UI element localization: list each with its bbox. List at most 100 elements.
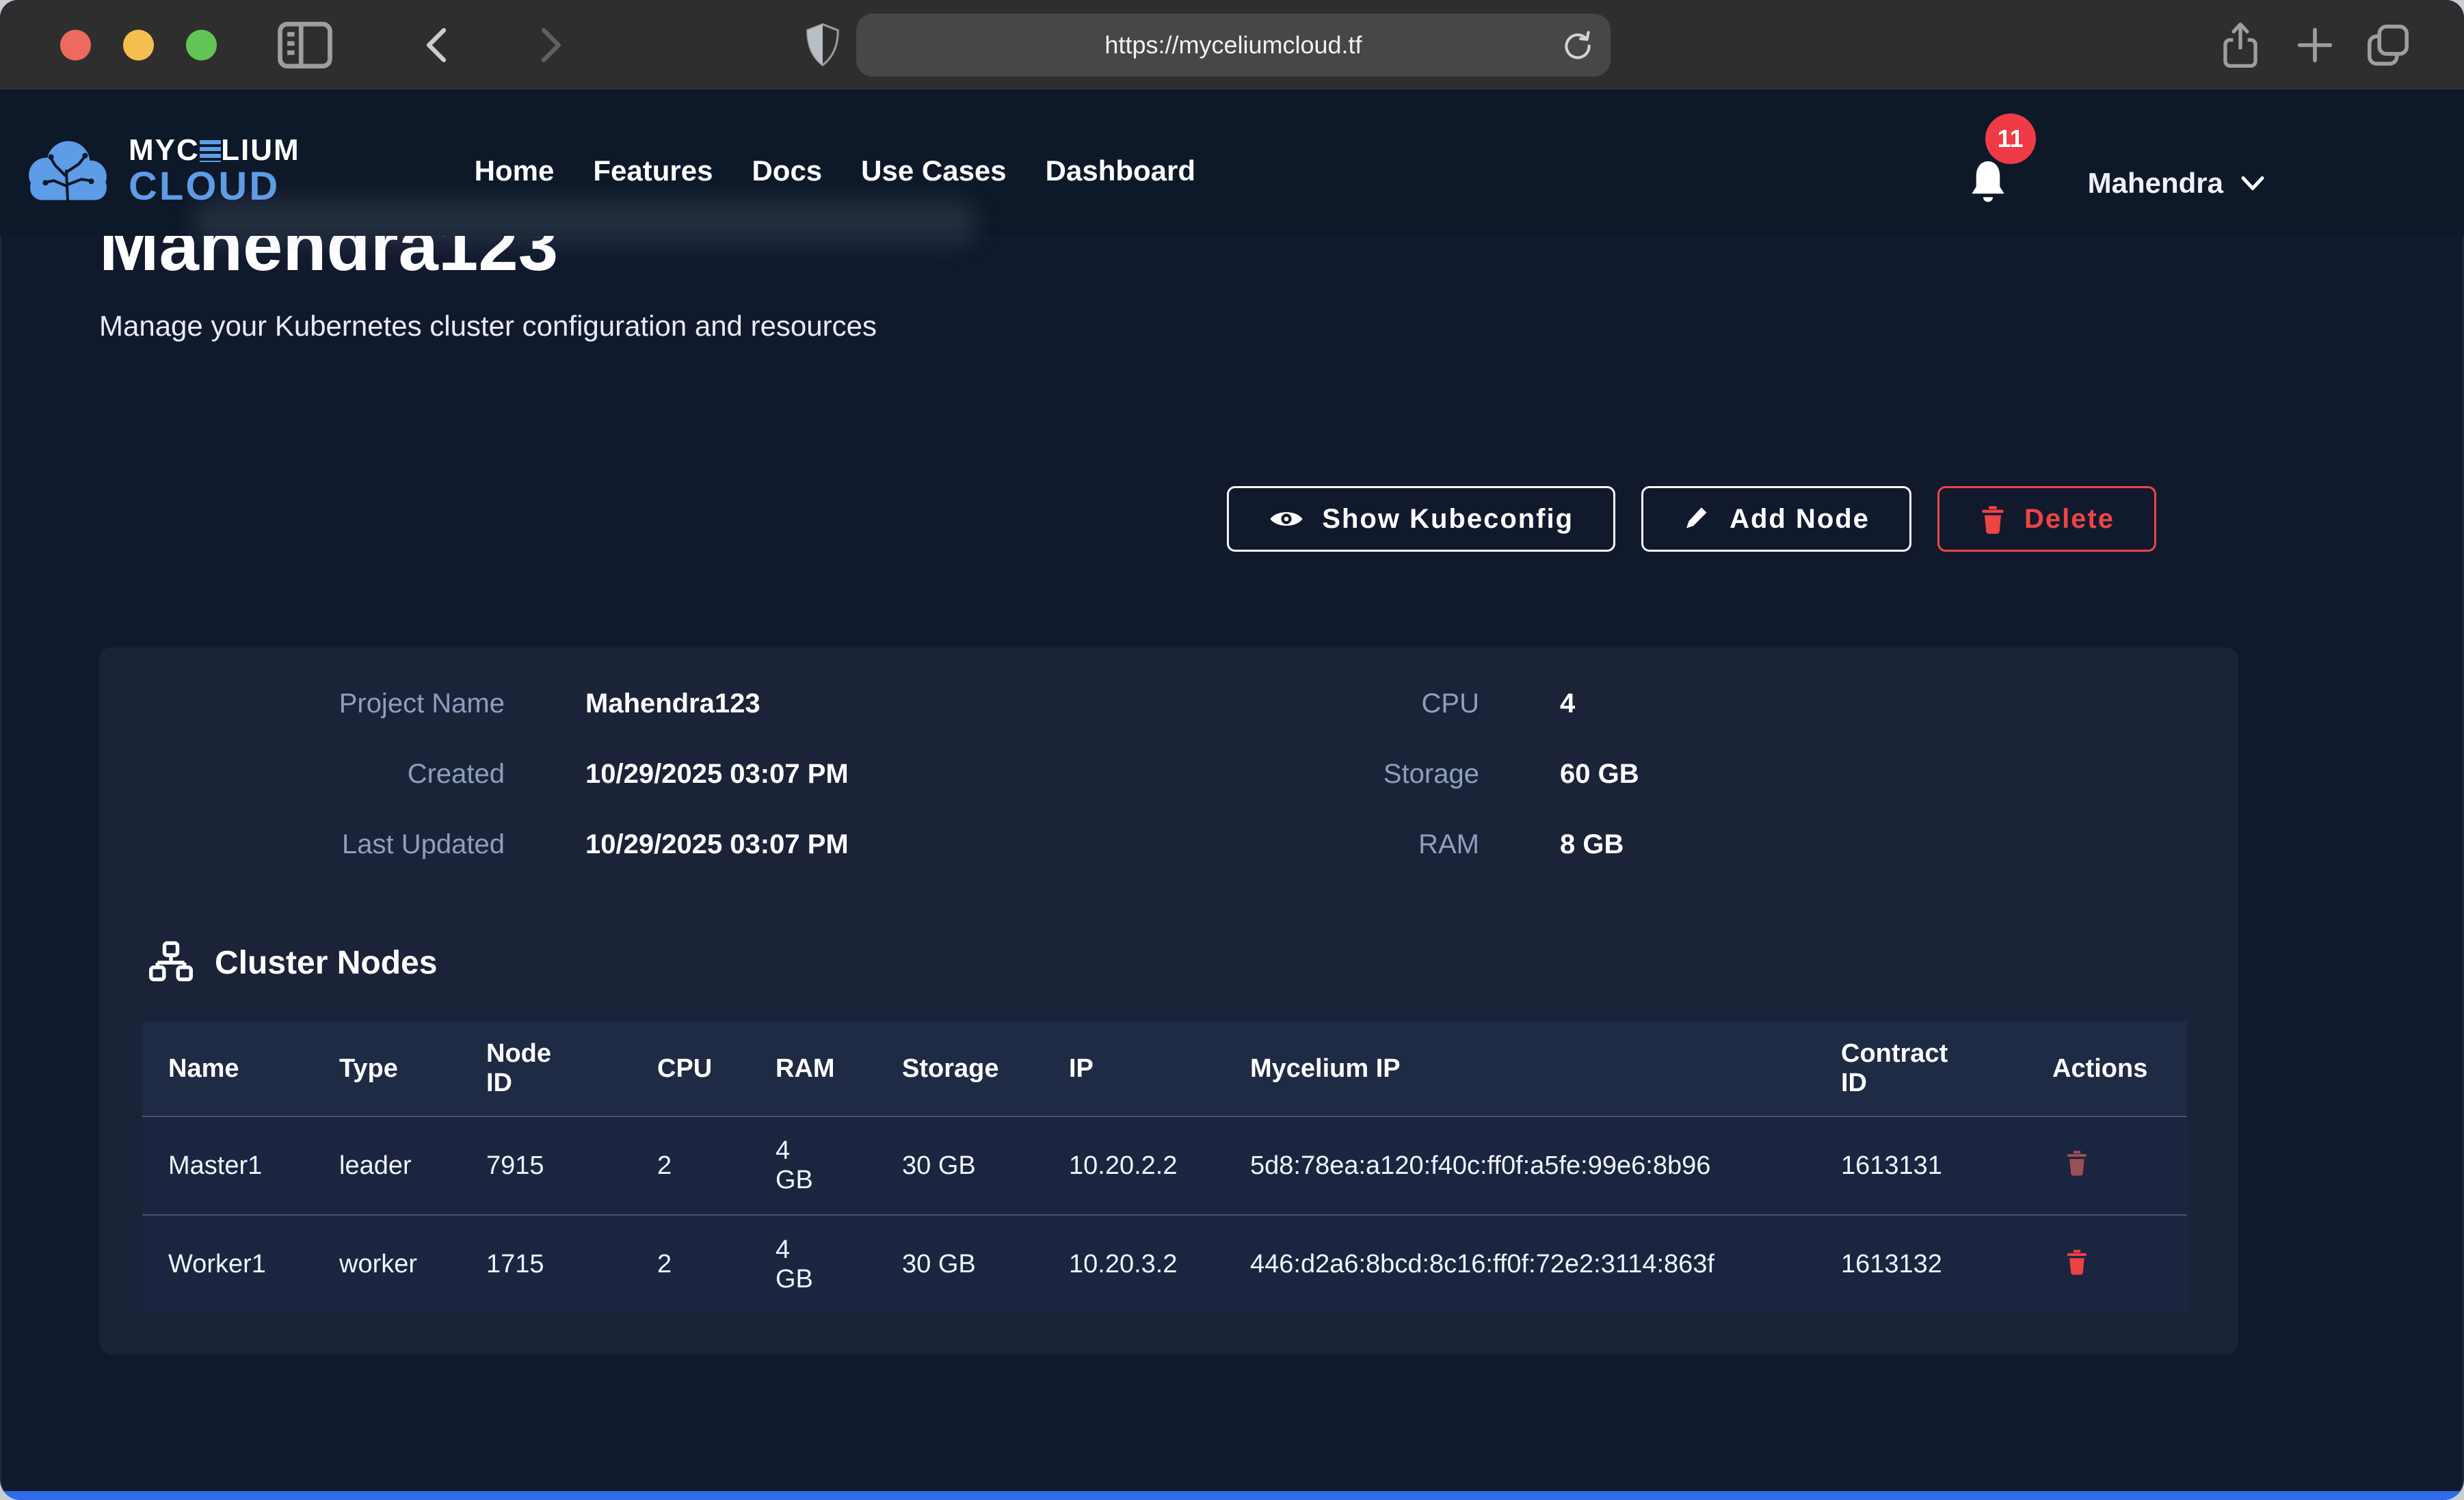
delete-node-button[interactable] xyxy=(2065,1247,2089,1278)
trash-icon xyxy=(2065,1247,2089,1276)
cell-ram: 4 GB xyxy=(750,1215,876,1313)
page-subtitle: Manage your Kubernetes cluster configura… xyxy=(99,310,2238,343)
eye-icon xyxy=(1269,507,1304,531)
cell-cpu: 2 xyxy=(631,1215,750,1313)
nav-link-home[interactable]: Home xyxy=(475,155,555,187)
minimize-icon[interactable] xyxy=(123,29,154,60)
details-left-column: Project Name Mahendra123 Created 10/29/2… xyxy=(142,688,1209,860)
col-header-storage: Storage xyxy=(876,1021,1043,1116)
last-updated-value: 10/29/2025 03:07 PM xyxy=(585,829,849,860)
cell-node-id: 1715 xyxy=(460,1215,631,1313)
nav-right: 11 Mahendra xyxy=(1966,157,2266,210)
nav-link-use-cases[interactable]: Use Cases xyxy=(861,155,1006,187)
ram-label: RAM xyxy=(1209,829,1479,860)
brand-name: MYCELIUM CLOUD xyxy=(129,135,300,206)
user-menu[interactable]: Mahendra xyxy=(2088,167,2266,200)
cell-node-id: 7915 xyxy=(460,1116,631,1215)
detail-row-ram: RAM 8 GB xyxy=(1209,829,2195,860)
cell-contract-id: 1613132 xyxy=(1815,1215,2026,1313)
nav-links: Home Features Docs Use Cases Dashboard xyxy=(475,155,1195,187)
brand-e-bars: E xyxy=(200,135,221,165)
storage-value: 60 GB xyxy=(1560,759,1639,790)
trash-icon xyxy=(2065,1148,2089,1177)
brand-part1: MYC xyxy=(129,133,200,167)
created-label: Created xyxy=(142,759,505,790)
browser-toolbar: https://myceliumcloud.tf xyxy=(0,0,2464,90)
cpu-value: 4 xyxy=(1560,688,1575,719)
shield-icon[interactable] xyxy=(802,21,844,69)
detail-row-project-name: Project Name Mahendra123 xyxy=(142,688,1209,719)
cell-type: worker xyxy=(313,1215,460,1313)
col-header-mycelium-ip: Mycelium IP xyxy=(1224,1021,1815,1116)
chevron-down-icon xyxy=(2240,174,2266,192)
delete-node-button[interactable] xyxy=(2065,1148,2089,1179)
share-icon[interactable] xyxy=(2214,19,2266,71)
col-header-actions: Actions xyxy=(2026,1021,2187,1116)
back-icon[interactable] xyxy=(416,23,460,67)
url-text: https://myceliumcloud.tf xyxy=(1104,31,1362,59)
cell-contract-id: 1613131 xyxy=(1815,1116,2026,1215)
cell-name: Worker1 xyxy=(142,1215,313,1313)
cell-ip: 10.20.2.2 xyxy=(1043,1116,1224,1215)
notification-badge: 11 xyxy=(1985,113,2036,164)
detail-row-last-updated: Last Updated 10/29/2025 03:07 PM xyxy=(142,829,1209,860)
col-header-ip: IP xyxy=(1043,1021,1224,1116)
delete-label: Delete xyxy=(2024,504,2115,535)
show-kubeconfig-button[interactable]: Show Kubeconfig xyxy=(1227,486,1615,552)
new-tab-icon[interactable] xyxy=(2291,21,2339,69)
address-bar[interactable]: https://myceliumcloud.tf xyxy=(856,14,1611,77)
created-value: 10/29/2025 03:07 PM xyxy=(585,759,849,790)
nav-link-dashboard[interactable]: Dashboard xyxy=(1046,155,1195,187)
cell-storage: 30 GB xyxy=(876,1116,1043,1215)
cluster-details-card: Project Name Mahendra123 Created 10/29/2… xyxy=(99,647,2238,1354)
scroll-blur-smear xyxy=(191,199,978,244)
user-name: Mahendra xyxy=(2088,167,2223,200)
show-kubeconfig-label: Show Kubeconfig xyxy=(1322,504,1574,535)
cell-actions xyxy=(2026,1116,2187,1215)
notifications-button[interactable]: 11 xyxy=(1966,157,2010,210)
zoom-icon[interactable] xyxy=(186,29,217,60)
network-icon xyxy=(148,939,194,986)
nav-link-docs[interactable]: Docs xyxy=(752,155,822,187)
cell-cpu: 2 xyxy=(631,1116,750,1215)
brand-logo[interactable]: MYCELIUM CLOUD xyxy=(23,135,300,206)
tab-overview-icon[interactable] xyxy=(2361,18,2415,72)
col-header-name: Name xyxy=(142,1021,313,1116)
sidebar-toggle-icon[interactable] xyxy=(272,12,338,78)
table-header-row: Name Type Node ID CPU RAM Storage IP Myc… xyxy=(142,1021,2187,1116)
detail-row-cpu: CPU 4 xyxy=(1209,688,2195,719)
add-node-button[interactable]: Add Node xyxy=(1641,486,1911,552)
cell-mycelium-ip: 5d8:78ea:a120:f40c:ff0f:a5fe:99e6:8b96 xyxy=(1224,1116,1815,1215)
details-right-column: CPU 4 Storage 60 GB RAM 8 GB xyxy=(1209,688,2195,860)
bell-icon xyxy=(1966,157,2010,206)
add-node-label: Add Node xyxy=(1730,504,1870,535)
cell-ip: 10.20.3.2 xyxy=(1043,1215,1224,1313)
cell-type: leader xyxy=(313,1116,460,1215)
last-updated-label: Last Updated xyxy=(142,829,505,860)
storage-label: Storage xyxy=(1209,759,1479,790)
project-name-value: Mahendra123 xyxy=(585,688,760,719)
close-icon[interactable] xyxy=(60,29,91,60)
cluster-details: Project Name Mahendra123 Created 10/29/2… xyxy=(142,688,2195,860)
nav-link-features[interactable]: Features xyxy=(593,155,713,187)
project-name-label: Project Name xyxy=(142,688,505,719)
cell-name: Master1 xyxy=(142,1116,313,1215)
cell-storage: 30 GB xyxy=(876,1215,1043,1313)
cell-ram: 4 GB xyxy=(750,1116,876,1215)
delete-cluster-button[interactable]: Delete xyxy=(1937,486,2156,552)
pencil-icon xyxy=(1683,505,1712,533)
ram-value: 8 GB xyxy=(1560,829,1624,860)
browser-window: https://myceliumcloud.tf xyxy=(0,0,2464,1500)
forward-icon[interactable] xyxy=(528,23,572,67)
reload-icon[interactable] xyxy=(1560,27,1595,63)
bottom-accent-bar xyxy=(0,1491,2464,1500)
main-content: Mahendra123 Manage your Kubernetes clust… xyxy=(99,209,2238,1354)
cluster-nodes-header: Cluster Nodes xyxy=(148,939,2195,986)
detail-row-created: Created 10/29/2025 03:07 PM xyxy=(142,759,1209,790)
site-navbar: MYCELIUM CLOUD Home Features Docs Use Ca… xyxy=(0,90,2464,236)
brand-part2: LIUM xyxy=(221,133,300,167)
table-row: Worker1 worker 1715 2 4 GB 30 GB 10.20.3… xyxy=(142,1215,2187,1313)
col-header-contract-id: Contract ID xyxy=(1815,1021,2026,1116)
col-header-ram: RAM xyxy=(750,1021,876,1116)
col-header-cpu: CPU xyxy=(631,1021,750,1116)
